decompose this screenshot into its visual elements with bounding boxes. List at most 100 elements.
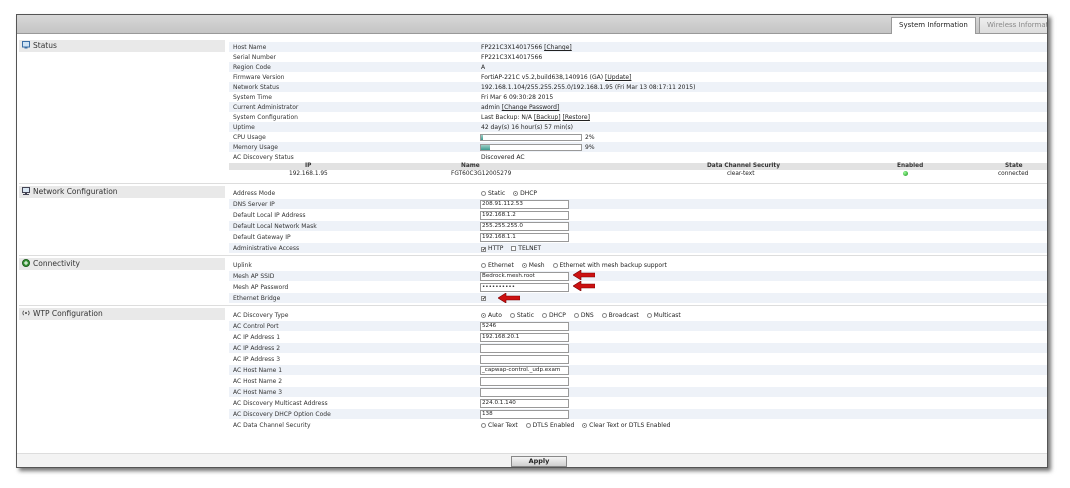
ac-data-channel-security-options: Clear Text DTLS Enabled Clear Text or DT… — [481, 422, 676, 429]
memory-usage-fill — [481, 145, 490, 150]
mesh-option-label: Mesh — [528, 262, 545, 269]
backup-link[interactable]: [Backup] — [534, 114, 561, 121]
host-name-value: FP221C3X14017566 [Change] — [481, 44, 572, 51]
dns-server-input[interactable]: 208.91.112.53 — [480, 200, 569, 209]
ac-ip2-label: AC IP Address 2 — [233, 345, 281, 352]
section-wtp-title: WTP Configuration — [33, 309, 103, 318]
system-time-value: Fri Mar 6 09:30:28 2015 — [481, 94, 554, 101]
network-mask-label: Default Local Network Mask — [233, 223, 317, 230]
address-mode-static-radio[interactable]: Static — [481, 190, 505, 197]
status-row-memory — [229, 142, 1047, 152]
ac-ip1-input[interactable]: 192.168.20.1 — [480, 333, 569, 342]
firmware-text: FortiAP-221C v5.2,build638,140916 (GA) — [481, 74, 604, 81]
default-local-ip-label: Default Local IP Address — [233, 212, 306, 219]
auto-option-label: Auto — [488, 312, 502, 319]
apply-button[interactable]: Apply — [511, 456, 567, 467]
network-status-value: 192.168.1.104/255.255.255.0/192.168.1.95… — [481, 84, 696, 91]
discovery-broadcast-radio[interactable]: Broadcast — [601, 312, 639, 319]
ac-multicast-address-label: AC Discovery Multicast Address — [233, 400, 328, 407]
uplink-options: Ethernet Mesh Ethernet with mesh backup … — [481, 262, 673, 269]
network-row-admin-access — [229, 243, 1047, 253]
cell-security: clear-text — [727, 171, 755, 177]
multicast-option-label: Multicast — [653, 312, 681, 319]
ac-ip3-label: AC IP Address 3 — [233, 356, 281, 363]
section-wtp-configuration: WTP Configuration — [19, 308, 225, 320]
dns-option-label: DNS — [580, 312, 594, 319]
change-hostname-link[interactable]: [Change] — [544, 44, 572, 51]
connectivity-row-ssid — [229, 271, 1047, 281]
red-arrow-icon — [573, 281, 595, 291]
ac-discovery-type-options: Auto Static DHCP DNS Broadcast Multicast — [481, 312, 687, 319]
ac-host1-label: AC Host Name 1 — [233, 367, 283, 374]
fortiap-window: System Information Wireless Informat Sta… — [16, 14, 1048, 468]
dcs-clear-text-radio[interactable]: Clear Text — [481, 422, 518, 429]
wtp-row-host3 — [229, 387, 1047, 397]
tab-system-information[interactable]: System Information — [891, 17, 976, 34]
network-status-label: Network Status — [233, 84, 280, 91]
default-local-ip-input[interactable]: 192.168.1.2 — [480, 211, 569, 220]
dcs-clear-or-dtls-radio[interactable]: Clear Text or DTLS Enabled — [582, 422, 670, 429]
section-connectivity: Connectivity — [19, 258, 225, 270]
divider — [19, 255, 1047, 256]
ac-multicast-address-input[interactable]: 224.0.1.140 — [480, 399, 569, 408]
firmware-label: Firmware Version — [233, 74, 285, 81]
dcs-dtls-radio[interactable]: DTLS Enabled — [525, 422, 575, 429]
memory-usage-value: 9% — [585, 144, 595, 151]
admin-access-telnet-checkbox[interactable]: TELNET — [511, 245, 541, 252]
admin-access-options: ✔ HTTP TELNET — [481, 245, 547, 253]
change-password-link[interactable]: [Change Password] — [502, 104, 560, 111]
wtp-row-dhcp-option — [229, 409, 1047, 419]
host-name-text: FP221C3X14017566 — [481, 44, 543, 51]
ac-host2-input[interactable] — [480, 377, 569, 386]
network-row-dns — [229, 199, 1047, 209]
ac-discovery-status-label: AC Discovery Status — [233, 154, 294, 161]
ac-dhcp-option-input[interactable]: 138 — [480, 410, 569, 419]
table-row: 192.168.1.95 FGT60C3G12005279 clear-text… — [229, 171, 1047, 179]
ac-discovery-status-value: Discovered AC — [481, 154, 525, 161]
uplink-ethernet-mesh-backup-radio[interactable]: Ethernet with mesh backup support — [552, 262, 667, 269]
uplink-ethernet-radio[interactable]: Ethernet — [481, 262, 514, 269]
status-row-uptime — [229, 122, 1047, 132]
ac-host1-input[interactable]: _capwap-control._udp.exam — [480, 366, 569, 375]
address-mode-dhcp-radio[interactable]: DHCP — [513, 190, 537, 197]
discovery-dhcp-radio[interactable]: DHCP — [541, 312, 566, 319]
discovery-dns-radio[interactable]: DNS — [573, 312, 594, 319]
section-status-title: Status — [33, 41, 57, 50]
discovery-multicast-radio[interactable]: Multicast — [646, 312, 681, 319]
cell-ip: 192.168.1.95 — [289, 171, 328, 177]
wtp-row-ip2 — [229, 343, 1047, 353]
section-network-title: Network Configuration — [33, 187, 118, 196]
cell-name: FGT60C3G12005279 — [451, 171, 512, 177]
ethernet-bridge-checkbox[interactable]: ✔ — [481, 294, 488, 302]
uplink-mesh-radio[interactable]: Mesh — [521, 262, 545, 269]
ac-control-port-input[interactable]: 5246 — [480, 322, 569, 331]
tab-wireless-information[interactable]: Wireless Informat — [979, 17, 1047, 33]
admin-name: admin — [481, 104, 500, 111]
ac-ip3-input[interactable] — [480, 355, 569, 364]
mesh-password-input[interactable]: •••••••••• — [480, 283, 569, 292]
dtls-option-label: DTLS Enabled — [532, 422, 575, 429]
default-gateway-input[interactable]: 192.168.1.1 — [480, 233, 569, 242]
ac-host3-input[interactable] — [480, 388, 569, 397]
ethernet-option-label: Ethernet — [488, 262, 514, 269]
wtp-row-control-port — [229, 321, 1047, 331]
wtp-row-host1 — [229, 365, 1047, 375]
dns-server-label: DNS Server IP — [233, 201, 275, 208]
update-firmware-link[interactable]: [Update] — [605, 74, 631, 81]
network-mask-input[interactable]: 255.255.255.0 — [480, 222, 569, 231]
section-connectivity-title: Connectivity — [33, 259, 80, 268]
static-option-label: Static — [488, 190, 506, 197]
system-config-value: Last Backup: N/A [Backup] [Restore] — [481, 114, 590, 121]
discovery-static-radio[interactable]: Static — [509, 312, 534, 319]
admin-access-http-checkbox[interactable]: ✔ HTTP — [481, 245, 503, 253]
uptime-label: Uptime — [233, 124, 255, 131]
red-arrow-icon — [573, 270, 595, 280]
mesh-ssid-input[interactable]: Bedrock.mesh.root — [480, 272, 569, 281]
ac-ip2-input[interactable] — [480, 344, 569, 353]
restore-link[interactable]: [Restore] — [562, 114, 589, 121]
admin-access-label: Administrative Access — [233, 245, 300, 252]
status-row-admin — [229, 102, 1047, 112]
discovery-auto-radio[interactable]: Auto — [481, 312, 502, 319]
clear-text-option-label: Clear Text — [488, 422, 518, 429]
clear-or-dtls-option-label: Clear Text or DTLS Enabled — [589, 422, 671, 429]
